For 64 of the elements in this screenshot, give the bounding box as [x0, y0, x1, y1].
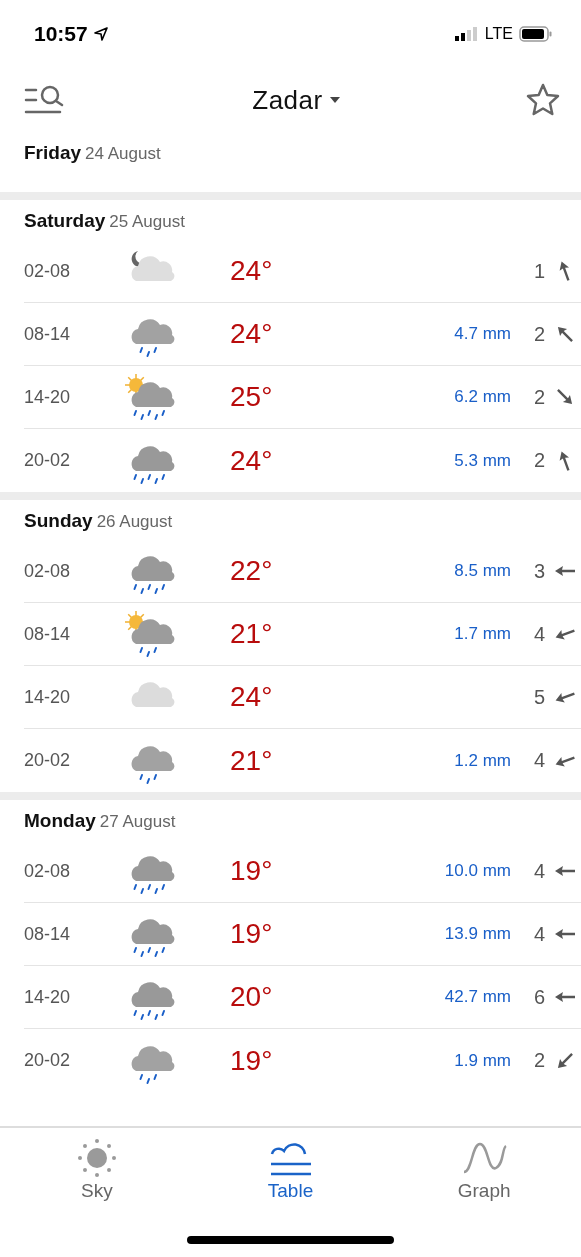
precipitation: 5.3 mm	[453, 450, 511, 471]
time-period: 08-14	[24, 323, 72, 345]
temperature: 19°	[229, 1044, 274, 1077]
temperature: 21°	[229, 744, 274, 777]
time-period: 08-14	[24, 923, 72, 945]
temperature: 24°	[229, 681, 274, 713]
time-period: 02-08	[24, 260, 72, 282]
precipitation: 1.7 mm	[453, 624, 511, 644]
wind-speed: 4	[532, 922, 545, 946]
precipitation: 13.9 mm	[443, 924, 511, 944]
wind-speed: 4	[532, 859, 545, 883]
day-date: 26 August	[96, 512, 173, 531]
day-date: 25 August	[109, 212, 185, 231]
wind-speed: 2	[532, 449, 545, 472]
tab[interactable]: Sky	[0, 1128, 194, 1218]
time-period: 20-02	[24, 750, 72, 771]
wind-speed: 2	[532, 1049, 545, 1072]
location-arrow-icon	[93, 27, 108, 41]
time-period: 14-20	[24, 686, 72, 708]
tab[interactable]: Graph	[387, 1128, 581, 1218]
day-weekday: Monday	[24, 810, 96, 831]
network-type: LTE	[484, 25, 513, 43]
temperature: 25°	[229, 381, 274, 413]
temperature: 19°	[229, 855, 274, 887]
precipitation: 1.2 mm	[453, 750, 511, 771]
city-title[interactable]: Zadar	[252, 84, 323, 116]
caret-icon[interactable]	[328, 96, 341, 104]
precipitation: 6.2 mm	[453, 387, 511, 407]
precipitation: 10.0 mm	[443, 861, 511, 881]
wind-speed: 3	[532, 559, 545, 583]
precipitation: 8.5 mm	[453, 561, 511, 581]
clock-time: 10:57	[34, 22, 88, 46]
wind-speed: 4	[532, 622, 545, 646]
wind-speed: 5	[532, 685, 545, 709]
temperature: 24°	[229, 444, 274, 477]
wind-speed: 1	[532, 259, 545, 283]
wind-speed: 2	[532, 322, 545, 346]
temperature: 19°	[229, 918, 274, 950]
day-date: 24 August	[85, 144, 161, 163]
temperature: 20°	[229, 981, 274, 1013]
wind-speed: 4	[532, 749, 545, 772]
day-weekday: Sunday	[24, 510, 93, 531]
temperature: 24°	[229, 255, 274, 287]
temperature: 24°	[229, 318, 274, 350]
time-period: 14-20	[24, 986, 72, 1008]
temperature: 21°	[229, 618, 274, 650]
precipitation: 42.7 mm	[443, 987, 511, 1007]
time-period: 20-02	[24, 450, 72, 471]
time-period: 14-20	[24, 386, 72, 408]
battery-icon	[519, 26, 553, 42]
day-weekday: Saturday	[24, 210, 106, 231]
precipitation: 4.7 mm	[453, 324, 511, 344]
wind-speed: 2	[532, 385, 545, 409]
precipitation: 1.9 mm	[453, 1050, 511, 1071]
time-period: 08-14	[24, 623, 72, 645]
temperature: 22°	[229, 555, 274, 587]
tab[interactable]: Table	[193, 1128, 388, 1218]
time-period: 02-08	[24, 560, 72, 582]
wind-speed: 6	[532, 985, 545, 1009]
time-period: 02-08	[24, 860, 72, 882]
star-icon[interactable]	[525, 82, 561, 118]
day-weekday: Friday	[24, 142, 82, 163]
day-date: 27 August	[99, 812, 176, 831]
time-period: 20-02	[24, 1050, 72, 1071]
